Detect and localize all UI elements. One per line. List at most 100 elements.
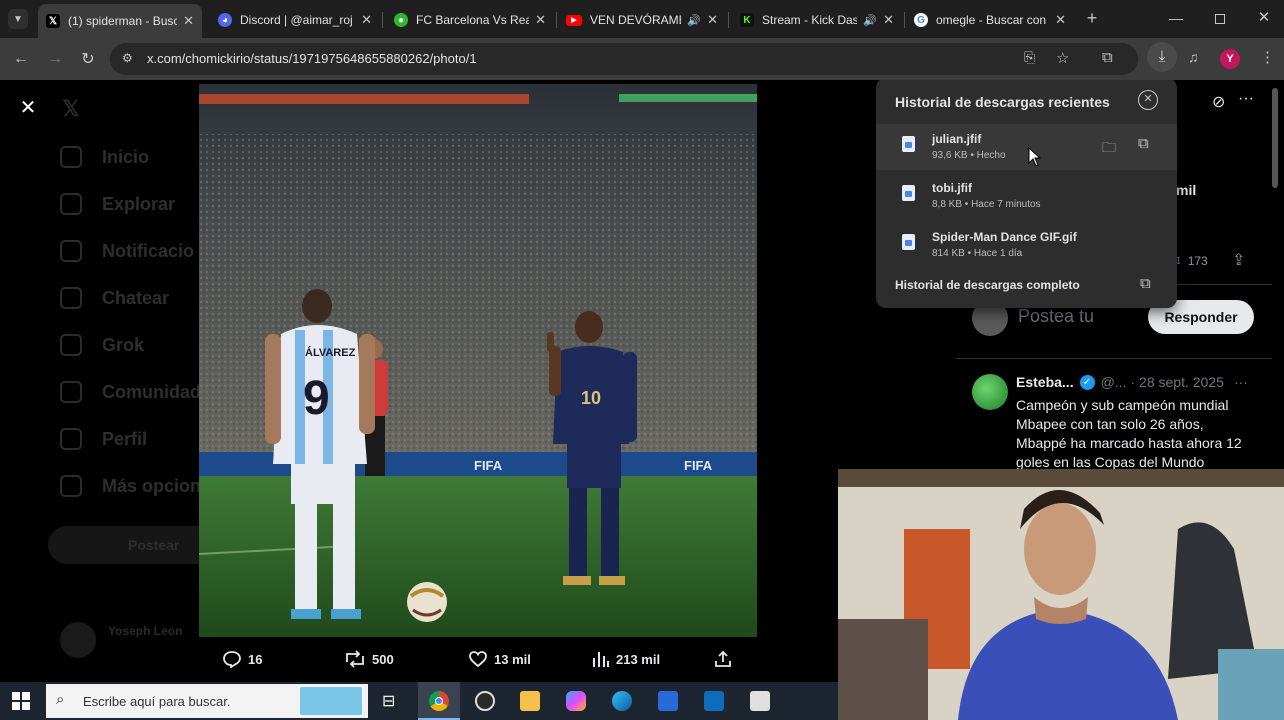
tab-divider <box>728 12 729 28</box>
repost-action[interactable]: 500 <box>344 650 394 668</box>
download-meta: 814 KB • Hace 1 día <box>932 248 1023 259</box>
speaker-icon[interactable]: 🔊 <box>687 14 701 27</box>
speaker-icon[interactable]: 🔊 <box>863 14 877 27</box>
reload-button[interactable]: ↻ <box>77 48 99 70</box>
close-icon[interactable]: ✕ <box>183 13 194 29</box>
more-circle-icon <box>60 475 82 497</box>
menu-icon[interactable]: ⋮ <box>1260 48 1275 66</box>
windows-logo-icon <box>12 692 30 710</box>
download-item[interactable]: julian.jfif 93,6 KB • Hecho 🗀 ⧉ <box>876 124 1177 170</box>
store-icon[interactable] <box>658 691 678 711</box>
close-window-button[interactable]: ✕ <box>1254 8 1274 28</box>
tab-title: Stream - Kick Das <box>762 13 858 27</box>
tab-search-button[interactable]: ▼ <box>8 9 28 29</box>
reply-header: Esteba... ✓ @... · 28 sept. 2025 ··· <box>1016 374 1248 390</box>
url-text[interactable]: x.com/chomickirio/status/197197564865588… <box>147 51 477 66</box>
bookmark-button[interactable]: ⌑ 173 <box>1172 252 1208 270</box>
verified-badge-icon: ✓ <box>1079 374 1095 390</box>
tab-divider <box>382 12 383 28</box>
arrow-left-icon: ← <box>13 50 29 67</box>
reply-action[interactable]: 16 <box>222 650 262 668</box>
sidebar-item-dimmed: Explorar <box>60 193 175 215</box>
reply-handle[interactable]: @... <box>1101 374 1127 390</box>
reply-date[interactable]: · 28 sept. 2025 <box>1130 374 1223 390</box>
restore-button[interactable] <box>1210 10 1230 28</box>
tab-google[interactable]: G omegle - Buscar con ✕ <box>906 6 1074 34</box>
sidebar-item-dimmed: Comunidad <box>60 381 201 403</box>
reply-text-line: Mbapee con tan solo 26 años, <box>1016 416 1204 432</box>
star-icon[interactable]: ☆ <box>1056 49 1069 67</box>
webcam-overlay <box>838 469 1284 720</box>
tab-active[interactable]: 𝕏 (1) spiderman - Buscar ✕ <box>38 4 202 38</box>
sidebar-item-dimmed: Más opcion <box>60 475 201 497</box>
more-icon[interactable]: ··· <box>1238 90 1254 108</box>
sidebar-item-label: Inicio <box>102 146 150 167</box>
close-icon[interactable]: ✕ <box>883 12 894 28</box>
download-item[interactable]: tobi.jfif 8,8 KB • Hace 7 minutos <box>876 173 1177 219</box>
page-scrollbar[interactable] <box>1272 88 1278 188</box>
bell-icon <box>60 240 82 262</box>
football-photo: FIFA FIFA ÁLVAREZ 9 10 <box>199 84 757 637</box>
edge-icon[interactable] <box>612 691 632 711</box>
reply-input[interactable]: Postea tu <box>1018 306 1094 327</box>
views-count: 213 mil <box>616 651 661 667</box>
copilot-icon[interactable] <box>566 691 586 711</box>
open-external-icon[interactable]: ⧉ <box>1138 135 1149 152</box>
sidebar-item-dimmed: Chatear <box>60 287 169 309</box>
obs-icon[interactable] <box>475 691 495 711</box>
download-icon: ⤓ <box>1158 48 1166 65</box>
tab-title: FC Barcelona Vs Real <box>416 13 530 27</box>
more-icon[interactable]: ··· <box>1234 374 1248 390</box>
install-app-icon[interactable]: ⎘ <box>1024 49 1035 66</box>
grok-icon <box>60 334 82 356</box>
close-icon[interactable]: ✕ <box>535 12 546 28</box>
views-action[interactable]: 213 mil <box>592 650 660 668</box>
tweet-photo[interactable]: FIFA FIFA ÁLVAREZ 9 10 <box>199 84 757 637</box>
new-tab-button[interactable]: + <box>1082 8 1102 28</box>
share-icon[interactable]: ⇪ <box>1232 250 1245 270</box>
outlook-icon[interactable] <box>704 691 724 711</box>
task-view-icon[interactable]: ⊟ <box>382 691 395 711</box>
tab-title: VEN DEVÓRAME <box>590 13 682 27</box>
reply-author[interactable]: Esteba... <box>1016 374 1074 390</box>
close-photo-button[interactable]: ✕ <box>18 98 38 118</box>
start-button[interactable] <box>12 692 30 710</box>
tab-kick[interactable]: K Stream - Kick Das 🔊 ✕ <box>732 6 902 34</box>
avatar[interactable]: Y <box>1220 49 1240 69</box>
snipping-tool-icon[interactable] <box>750 691 770 711</box>
search-placeholder: Escribe aquí para buscar. <box>83 694 231 709</box>
sidebar-item-label: Comunidad <box>102 381 201 402</box>
share-action[interactable] <box>714 650 738 668</box>
extensions-icon[interactable]: ⧉ <box>1102 49 1113 66</box>
download-name: tobi.jfif <box>932 181 972 195</box>
site-info-icon[interactable]: ⚙ <box>122 51 133 65</box>
user-name-dimmed: Yoseph Leon <box>108 624 183 638</box>
grok-icon[interactable]: ⊘ <box>1212 92 1225 112</box>
taskbar-app-chrome[interactable] <box>418 682 460 720</box>
download-item[interactable]: Spider-Man Dance GIF.gif 814 KB • Hace 1… <box>876 222 1177 268</box>
close-icon[interactable]: ✕ <box>361 12 372 28</box>
close-icon[interactable]: ✕ <box>707 12 718 28</box>
avatar <box>60 622 96 658</box>
forward-button[interactable]: → <box>44 48 66 70</box>
full-history-link[interactable]: Historial de descargas completo ⧉ <box>876 272 1177 302</box>
folder-icon[interactable]: 🗀 <box>1102 137 1116 161</box>
close-downloads-button[interactable]: ✕ <box>1138 90 1158 110</box>
taskbar-search[interactable]: ⌕ Escribe aquí para buscar. <box>46 684 368 718</box>
like-action[interactable]: 13 mil <box>468 650 531 668</box>
comment-icon <box>223 651 241 668</box>
svg-text:FIFA: FIFA <box>684 458 713 473</box>
downloads-button[interactable]: ⤓ <box>1147 42 1177 72</box>
file-explorer-icon[interactable] <box>520 691 540 711</box>
tab-barcelona[interactable]: ● FC Barcelona Vs Real ✕ <box>386 6 554 34</box>
back-button[interactable]: ← <box>10 48 32 70</box>
address-bar[interactable]: ⚙ x.com/chomickirio/status/1971975648655… <box>110 43 1138 75</box>
browser-tab-strip: ▼ 𝕏 (1) spiderman - Buscar ✕ ◕ Discord |… <box>0 0 1284 38</box>
close-icon[interactable]: ✕ <box>1055 12 1066 28</box>
tab-discord[interactable]: ◕ Discord | @aimar_roj ✕ <box>210 6 380 34</box>
minimize-button[interactable]: — <box>1166 10 1186 28</box>
sidebar-item-dimmed: Perfil <box>60 428 147 450</box>
tab-youtube[interactable]: ▶ VEN DEVÓRAME 🔊 ✕ <box>558 6 726 34</box>
youtube-icon: ▶ <box>566 14 582 26</box>
media-controls-icon[interactable]: ♫ <box>1188 49 1199 65</box>
